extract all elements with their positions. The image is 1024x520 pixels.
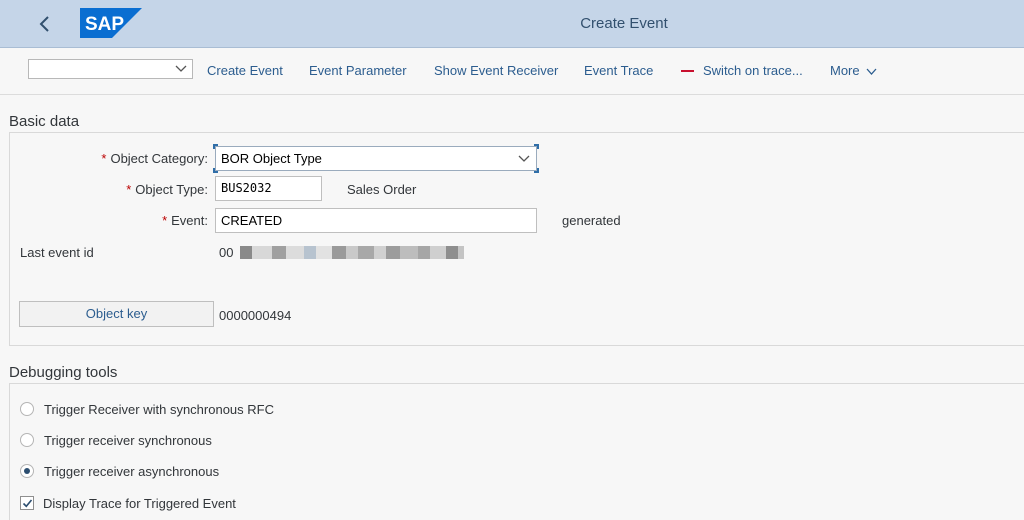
last-event-id-label: Last event id <box>20 245 94 260</box>
radio-sync-rfc-label: Trigger Receiver with synchronous RFC <box>44 402 274 417</box>
display-trace-label: Display Trace for Triggered Event <box>43 496 236 511</box>
object-type-description: Sales Order <box>347 182 417 197</box>
basic-data-title: Basic data <box>9 113 80 130</box>
radio-sync-label: Trigger receiver synchronous <box>44 433 212 448</box>
show-event-receiver-button[interactable]: Show Event Receiver <box>434 63 558 78</box>
chevron-down-icon <box>175 65 187 72</box>
object-type-label: * Object Type: <box>126 182 208 197</box>
object-key-value: 0000000494 <box>219 308 292 323</box>
last-event-id-value: 00 <box>219 245 234 260</box>
object-key-button[interactable]: Object key <box>19 301 214 327</box>
radio-async[interactable] <box>20 464 34 478</box>
create-event-button[interactable]: Create Event <box>207 63 283 78</box>
toolbar: Create Event Event Parameter Show Event … <box>0 48 1024 95</box>
event-description: generated <box>562 213 621 228</box>
object-category-dropdown[interactable]: BOR Object Type <box>215 146 537 171</box>
required-marker: * <box>162 213 168 228</box>
radio-sync[interactable] <box>20 433 34 447</box>
shell-bar: SAP Create Event <box>0 0 1024 48</box>
object-type-input[interactable]: BUS2032 <box>215 176 322 201</box>
radio-sync-rfc[interactable] <box>20 402 34 416</box>
event-trace-button[interactable]: Event Trace <box>584 63 653 78</box>
event-parameter-button[interactable]: Event Parameter <box>309 63 407 78</box>
checkmark-icon <box>22 499 33 508</box>
focus-corner <box>534 168 539 173</box>
chevron-down-icon <box>866 68 877 75</box>
more-label: More <box>830 63 860 78</box>
focus-corner <box>213 168 218 173</box>
chevron-down-icon <box>518 155 530 162</box>
event-input[interactable]: CREATED <box>215 208 537 233</box>
display-trace-checkbox[interactable] <box>20 496 34 510</box>
page-title: Create Event <box>580 15 668 32</box>
more-button[interactable]: More <box>830 63 877 78</box>
object-category-label: * Object Category: <box>101 151 208 166</box>
focus-corner <box>534 144 539 149</box>
debugging-tools-title: Debugging tools <box>9 364 118 381</box>
required-marker: * <box>126 182 132 197</box>
event-label: * Event: <box>162 213 208 228</box>
trace-status-icon <box>681 70 694 72</box>
focus-corner <box>213 144 218 149</box>
switch-on-trace-button[interactable]: Switch on trace... <box>703 63 803 78</box>
radio-async-label: Trigger receiver asynchronous <box>44 464 220 479</box>
redacted-value <box>240 246 464 259</box>
required-marker: * <box>101 151 107 166</box>
toolbar-dropdown[interactable] <box>28 59 193 79</box>
object-category-value: BOR Object Type <box>221 151 322 166</box>
